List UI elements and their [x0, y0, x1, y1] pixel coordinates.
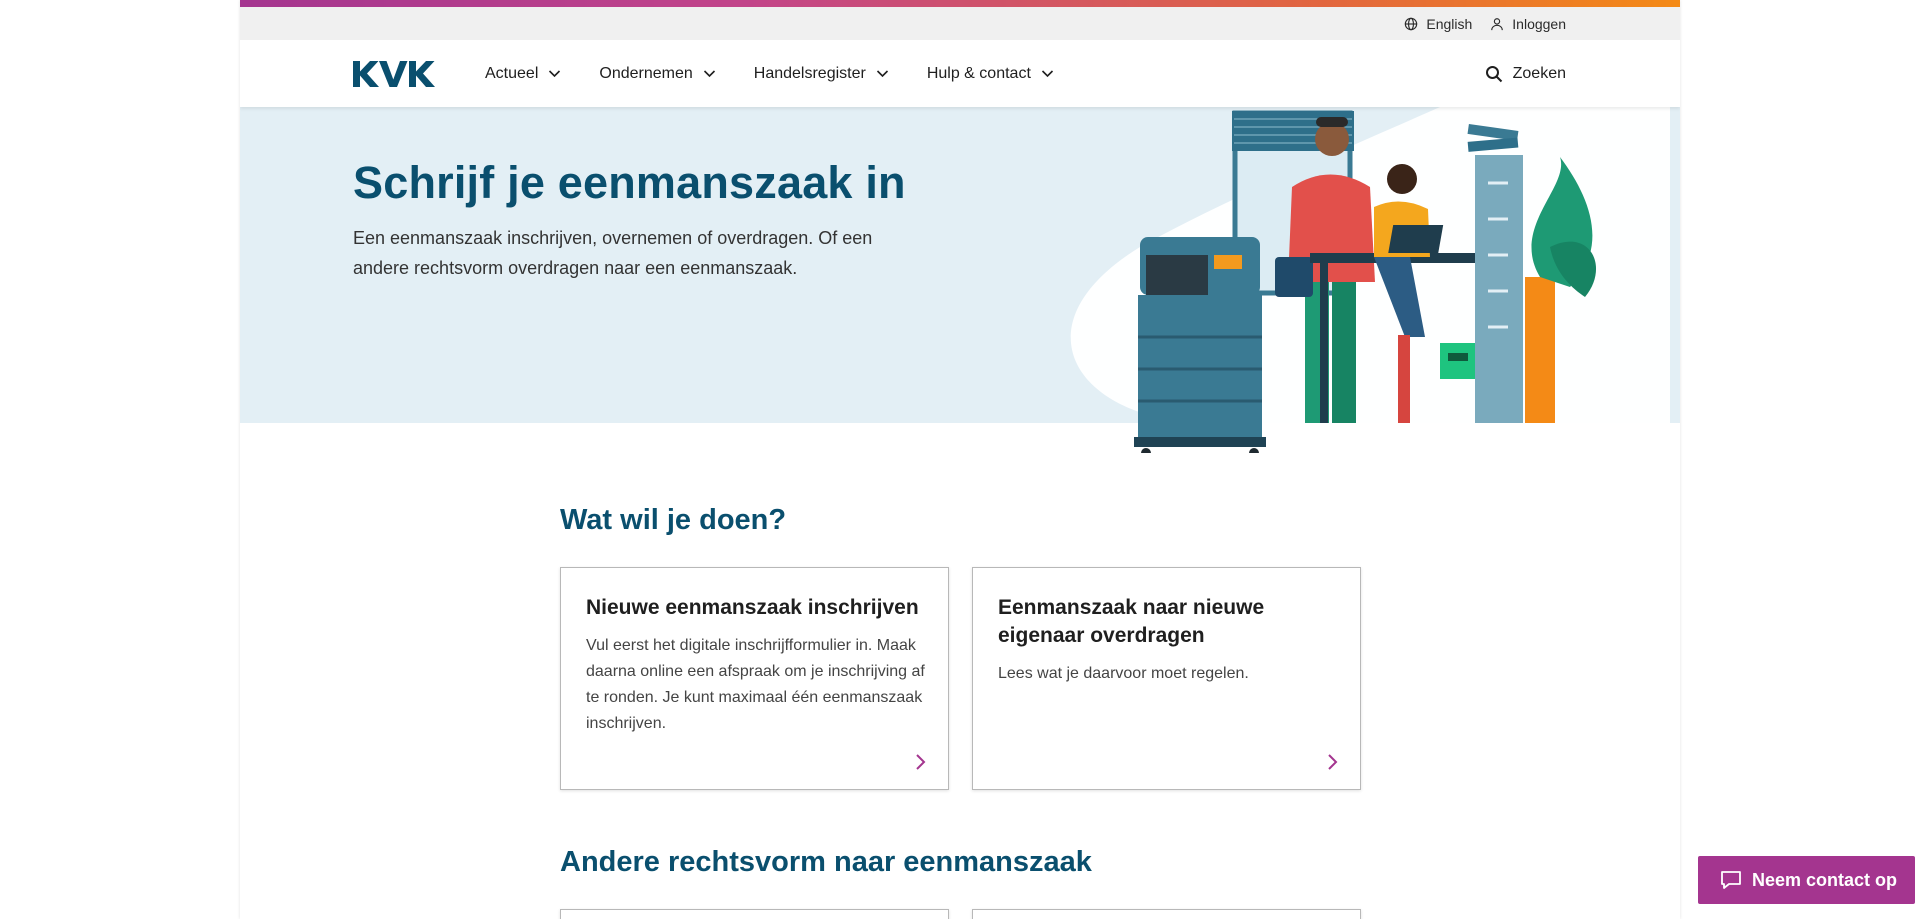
card-title: Nieuwe eenmanszaak inschrijven: [586, 596, 919, 619]
utility-bar: English Inloggen: [240, 7, 1680, 40]
chevron-right-icon: [916, 754, 926, 770]
card-andere-rechtsvorm-1[interactable]: [560, 909, 949, 919]
section-title-wat-wil-je-doen: Wat wil je doen?: [560, 504, 787, 536]
contact-button[interactable]: Neem contact op: [1698, 856, 1915, 904]
language-label: English: [1426, 15, 1473, 32]
nav-item-hulp-contact[interactable]: Hulp & contact: [927, 65, 1054, 83]
nav-item-label: Ondernemen: [599, 64, 693, 82]
chevron-down-icon: [1041, 70, 1053, 78]
card-text: Lees wat je daarvoor moet regelen.: [998, 665, 1249, 682]
chevron-down-icon: [876, 70, 888, 78]
card-andere-rechtsvorm-2[interactable]: [972, 909, 1361, 919]
search-button[interactable]: Zoeken: [1485, 40, 1566, 107]
office-illustration: [1070, 107, 1670, 453]
card-nieuwe-eenmanszaak[interactable]: Nieuwe eenmanszaak inschrijven Vul eerst…: [560, 567, 949, 790]
nav-item-label: Handelsregister: [753, 64, 866, 82]
nav-item-label: Actueel: [485, 64, 539, 82]
chevron-down-icon: [549, 70, 561, 78]
kvk-logo[interactable]: [353, 61, 443, 87]
page-title: Schrijf je eenmanszaak in: [353, 157, 906, 208]
chat-bubble-icon: [1721, 871, 1741, 889]
login-label: Inloggen: [1512, 15, 1566, 32]
brand-gradient-bar: [240, 0, 1680, 7]
nav-item-actueel[interactable]: Actueel: [485, 65, 561, 83]
nav-item-handelsregister[interactable]: Handelsregister: [754, 65, 889, 83]
card-eenmanszaak-overdragen[interactable]: Eenmanszaak naar nieuwe eigenaar overdra…: [972, 567, 1361, 790]
search-label: Zoeken: [1512, 64, 1566, 82]
main-nav: Actueel Ondernemen Handelsregister Hulp …: [240, 40, 1680, 107]
nav-menu: Actueel Ondernemen Handelsregister Hulp …: [485, 40, 1054, 107]
nav-item-label: Hulp & contact: [926, 64, 1031, 82]
search-icon: [1485, 65, 1502, 82]
contact-button-label: Neem contact op: [1752, 869, 1898, 890]
language-link[interactable]: English: [1404, 16, 1472, 32]
globe-icon: [1405, 17, 1418, 30]
hero: Schrijf je eenmanszaak in Een eenmanszaa…: [240, 107, 1680, 453]
login-link[interactable]: Inloggen: [1490, 16, 1566, 32]
chevron-right-icon: [1328, 754, 1338, 770]
card-title: Eenmanszaak naar nieuwe eigenaar overdra…: [998, 596, 1265, 647]
section-title-andere-rechtsvorm: Andere rechtsvorm naar eenmanszaak: [560, 846, 1092, 878]
page: English Inloggen Actueel Ondernemen Hand…: [240, 0, 1680, 919]
hero-intro: Een eenmanszaak inschrijven, overnemen o…: [353, 228, 873, 278]
chevron-down-icon: [703, 70, 715, 78]
user-icon: [1491, 17, 1504, 30]
card-text: Vul eerst het digitale inschrijfformulie…: [586, 637, 925, 732]
nav-item-ondernemen[interactable]: Ondernemen: [599, 65, 715, 83]
